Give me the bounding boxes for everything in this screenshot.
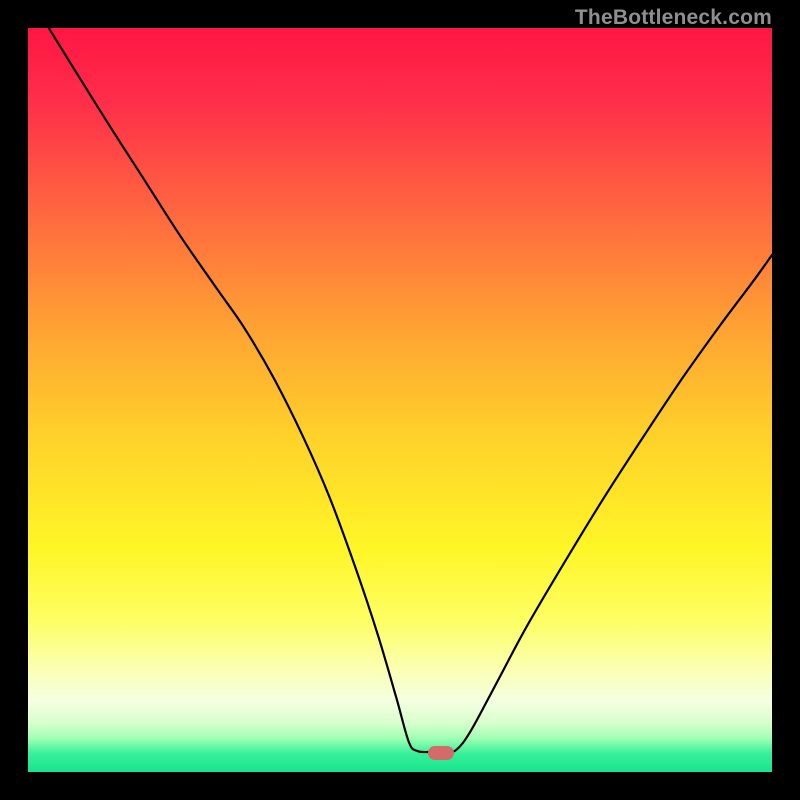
bottleneck-chart [28, 28, 772, 772]
watermark-text: TheBottleneck.com [575, 6, 772, 30]
plot-frame [28, 28, 772, 772]
gradient-background [28, 28, 772, 772]
optimal-point-marker [428, 746, 454, 760]
